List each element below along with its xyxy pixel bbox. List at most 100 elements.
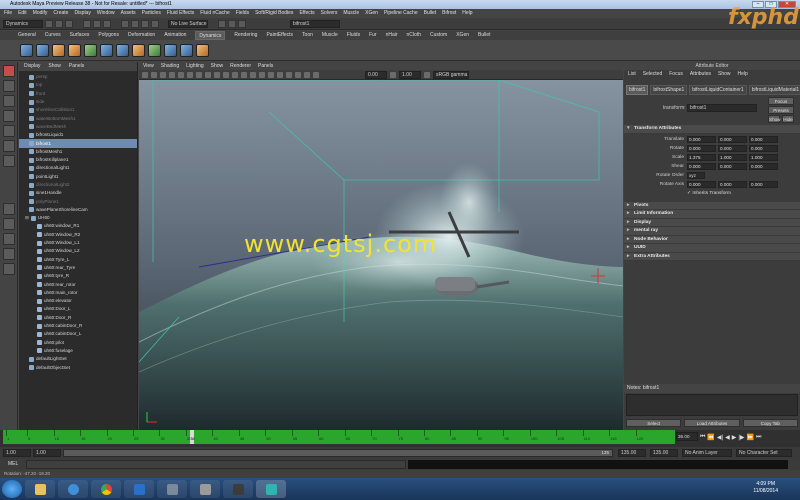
outliner-item[interactable]: uh60:Door_L [19, 305, 137, 313]
outliner-item[interactable]: uh60:Window_L1 [19, 239, 137, 247]
outliner-item[interactable]: uh60:pilot [19, 339, 137, 347]
command-input[interactable] [26, 460, 406, 469]
limit-information-section[interactable]: Limit Information [624, 210, 800, 219]
wireframe-icon[interactable] [232, 71, 238, 78]
character-set-dropdown[interactable]: No Character Set [736, 449, 792, 457]
shelf-tab-curves[interactable]: Curves [45, 31, 61, 40]
bifrost-collider-icon[interactable] [196, 43, 209, 57]
presets-button[interactable]: Presets [768, 106, 794, 114]
outliner-item[interactable]: uh60:Door_R [19, 314, 137, 322]
menu-muscle[interactable]: Muscle [343, 9, 359, 18]
show-button[interactable]: Show [768, 115, 781, 123]
menu-effects[interactable]: Effects [299, 9, 314, 18]
outliner-item[interactable]: bifrost1 [19, 139, 137, 148]
ae-menu-attributes[interactable]: Attributes [690, 70, 711, 79]
menu-fluid-effects[interactable]: Fluid Effects [167, 9, 194, 18]
image-plane-icon[interactable] [169, 71, 175, 78]
outliner-item[interactable]: uh60:cabinDoor_L [19, 330, 137, 338]
menuset-dropdown[interactable]: Dynamics [3, 19, 43, 28]
persp-outliner-layout-icon[interactable] [3, 233, 15, 245]
shelf-tab-animation[interactable]: Animation [164, 31, 186, 40]
outliner-item[interactable]: polyPlane1 [19, 197, 137, 205]
outliner-item[interactable]: defaultLightSet [19, 355, 137, 363]
scale-z-field[interactable]: 1.000 [749, 153, 778, 161]
outliner-item[interactable]: bifrostLiquid1 [19, 131, 137, 139]
media-taskbar-icon[interactable] [223, 480, 253, 498]
menu-modify[interactable]: Modify [33, 9, 48, 18]
hypershade-layout-icon[interactable] [3, 263, 15, 275]
outliner-item[interactable]: uh60:elevator [19, 297, 137, 305]
shelf-tab-polygons[interactable]: Polygons [98, 31, 119, 40]
bifrost-liquid-icon[interactable] [164, 43, 177, 57]
shelf-tab-painteffects[interactable]: PaintEffects [266, 31, 293, 40]
current-frame-field[interactable]: 36.00 [676, 432, 698, 441]
textured-icon[interactable] [259, 71, 265, 78]
scale-y-field[interactable]: 1.000 [718, 153, 747, 161]
move-tool-icon[interactable] [3, 110, 15, 122]
menu-edit[interactable]: Edit [18, 9, 27, 18]
outliner-menu-show[interactable]: Show [48, 62, 61, 71]
command-language-toggle[interactable]: MEL [8, 461, 18, 467]
menu-pipeline-cache[interactable]: Pipeline Cache [384, 9, 418, 18]
rotate-x-field[interactable]: 0.000 [687, 144, 716, 152]
play-forward-icon[interactable]: ▶ [732, 434, 737, 441]
outliner-item[interactable]: waterBottomMesh1 [19, 114, 137, 122]
turbulence-field-icon[interactable] [116, 43, 129, 57]
viewport-menu-renderer[interactable]: Renderer [230, 62, 251, 70]
use-lights-icon[interactable] [268, 71, 274, 78]
bookmarks-icon[interactable] [160, 71, 166, 78]
ae-tab-bifrostliquidmaterial1[interactable]: bifrostLiquidMaterial1 [748, 85, 800, 95]
playback-end-field[interactable]: 135.00 [618, 449, 646, 457]
emitter-icon[interactable] [36, 43, 49, 57]
maya-taskbar-icon[interactable] [256, 480, 286, 498]
start-time-field[interactable]: 1.00 [3, 449, 31, 457]
nhair-icon[interactable] [148, 43, 161, 57]
outliner-item[interactable]: top [19, 81, 137, 89]
go-to-end-icon[interactable]: ⏭ [756, 434, 761, 441]
chrome-taskbar-icon[interactable] [91, 480, 121, 498]
inherits-transform-checkbox[interactable]: ✓ Inherits Transform [687, 191, 731, 196]
resolution-gate-icon[interactable] [196, 71, 202, 78]
menu-fields[interactable]: Fields [236, 9, 249, 18]
focus-button[interactable]: Focus [768, 97, 794, 105]
select-camera-icon[interactable] [142, 71, 148, 78]
color-management-icon[interactable] [424, 71, 430, 78]
render-icon[interactable] [218, 19, 226, 28]
bifrost-emitter-icon[interactable] [180, 43, 193, 57]
shelf-tab-toon[interactable]: Toon [302, 31, 313, 40]
hide-button[interactable]: Hide [782, 115, 794, 123]
transform-name-field[interactable]: bifrost1 [687, 104, 757, 112]
shelf-tab-deformation[interactable]: Deformation [128, 31, 155, 40]
go-to-start-icon[interactable]: ⏮ [700, 434, 705, 441]
xray-icon[interactable] [304, 71, 310, 78]
menu-assets[interactable]: Assets [121, 9, 136, 18]
ae-tab-bifrostliquidcontainer1[interactable]: bifrostLiquidContainer1 [689, 85, 747, 95]
viewport-menu-show[interactable]: Show [211, 62, 224, 70]
extra-attributes-section[interactable]: Extra Attributes [624, 252, 800, 261]
start-button[interactable] [2, 480, 22, 498]
translate-y-field[interactable]: 0.000 [718, 135, 747, 143]
anim-layer-dropdown[interactable]: No Anim Layer [682, 449, 732, 457]
ae-menu-list[interactable]: List [628, 70, 636, 79]
select-component-icon[interactable] [103, 19, 111, 28]
four-view-layout-icon[interactable] [3, 218, 15, 230]
outliner-item[interactable]: directionalLight1 [19, 164, 137, 172]
isolate-select-icon[interactable] [313, 71, 319, 78]
ncloth-icon[interactable] [132, 43, 145, 57]
shelf-tab-ncloth[interactable]: nCloth [407, 31, 421, 40]
outliner-item[interactable]: uh60:fuselage [19, 347, 137, 355]
menu-xgen[interactable]: XGen [365, 9, 378, 18]
shelf-tab-xgen[interactable]: XGen [456, 31, 469, 40]
transform-attributes-section[interactable]: Transform Attributes [624, 125, 800, 134]
rotate-y-field[interactable]: 0.000 [718, 144, 747, 152]
new-scene-icon[interactable] [45, 19, 53, 28]
safe-action-icon[interactable] [223, 71, 229, 78]
ae-menu-selected[interactable]: Selected [643, 70, 662, 79]
rotate-axis-z[interactable]: 0.000 [749, 180, 778, 188]
system-clock[interactable]: 4:09 PM 11/08/2014 [753, 481, 778, 495]
time-slider[interactable]: 1 5 10 15 20 25 30 35 40 45 50 55 60 65 70 75 80 85 90 95 10… [3, 430, 675, 444]
ae-tab-bifrost1[interactable]: bifrost1 [626, 85, 649, 95]
shelf-tab-fluids[interactable]: Fluids [347, 31, 360, 40]
rotate-axis-x[interactable]: 0.000 [687, 180, 716, 188]
game-taskbar-icon[interactable] [190, 480, 220, 498]
